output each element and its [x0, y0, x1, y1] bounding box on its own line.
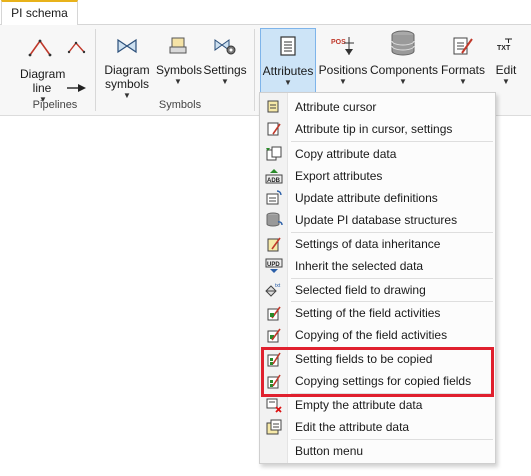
menu-item-export-attributes[interactable]: ADB Export attributes [261, 165, 494, 187]
group-separator [95, 29, 96, 111]
menu-item-label: Update attribute definitions [295, 191, 438, 205]
menu-item-label: Button menu [295, 444, 364, 458]
field-activities-copy-icon [267, 328, 281, 343]
svg-text:txt: txt [275, 283, 281, 289]
menu-item-label: Settings of data inheritance [295, 237, 441, 251]
chevron-down-icon: ▼ [502, 77, 510, 86]
highlight-annotation [261, 347, 494, 397]
svg-text:UPD: UPD [267, 262, 280, 268]
field-activities-setting-icon [267, 306, 281, 321]
menu-item-inheritance-settings[interactable]: Settings of data inheritance [261, 233, 494, 255]
attributes-icon [280, 36, 296, 56]
components-label: Components [370, 63, 439, 77]
svg-text:POS: POS [331, 39, 346, 46]
text-edit-icon: TXT [497, 38, 512, 52]
chevron-down-icon: ▼ [399, 77, 407, 86]
database-update-icon [266, 212, 283, 227]
attributes-label: Attributes [262, 64, 314, 78]
menu-item-label: Setting of the field activities [295, 306, 441, 320]
formats-label: Formats [440, 63, 485, 77]
group-label-pipelines: Pipelines [32, 99, 78, 111]
symbols-icon [169, 37, 187, 54]
menu-item-label: Copying of the field activities [295, 328, 448, 342]
diagram-line-icon [28, 39, 52, 57]
symbols-button[interactable]: Symbols ▼ [156, 35, 203, 86]
inherit-icon: UPD [265, 258, 283, 273]
formats-icon [453, 37, 473, 55]
chevron-down-icon: ▼ [459, 77, 467, 86]
menu-item-label: Copy attribute data [295, 147, 397, 161]
menu-item-field-activities-copy[interactable]: Copying of the field activities [261, 324, 494, 346]
menu-item-label: Export attributes [295, 169, 383, 183]
menu-item-label: Selected field to drawing [295, 283, 426, 297]
menu-item-label: Inherit the selected data [295, 259, 424, 273]
field-to-drawing-icon: txt [265, 283, 281, 297]
formats-button[interactable]: Formats ▼ [440, 35, 486, 86]
database-icon [391, 30, 415, 56]
menu-item-attribute-cursor[interactable]: Attribute cursor [261, 96, 494, 118]
chevron-down-icon: ▼ [339, 77, 347, 86]
menu-item-label: Attribute tip in cursor, settings [295, 122, 453, 136]
update-definitions-icon [266, 190, 282, 205]
menu-item-field-activities-setting[interactable]: Setting of the field activities [261, 302, 494, 324]
menu-item-label: Update PI database structures [295, 213, 458, 227]
arrow-line-icon [67, 84, 86, 92]
menu-item-inherit-selected[interactable]: UPD Inherit the selected data [261, 255, 494, 277]
menu-item-button-menu[interactable]: Button menu [261, 440, 494, 462]
gear-icon [214, 39, 236, 55]
chevron-down-icon: ▼ [284, 78, 292, 87]
group-label-symbols: Symbols [158, 99, 202, 111]
menu-item-update-definitions[interactable]: Update attribute definitions [261, 187, 494, 209]
edit-data-icon [266, 419, 282, 435]
diagram-line-label: Diagram line [20, 67, 66, 95]
positions-label: Positions [318, 63, 368, 77]
diagram-line-button[interactable]: Diagram line ▼ [18, 33, 68, 104]
chevron-down-icon: ▼ [221, 77, 229, 86]
menu-item-update-pi-database[interactable]: Update PI database structures [261, 209, 494, 231]
attributes-button[interactable]: Attributes ▼ [260, 28, 316, 94]
copy-data-icon [266, 146, 282, 161]
settings-button[interactable]: Settings ▼ [202, 35, 248, 86]
menu-item-label: Empty the attribute data [295, 398, 423, 412]
empty-data-icon [266, 398, 282, 413]
inheritance-settings-icon [267, 237, 281, 252]
chevron-down-icon: ▼ [174, 77, 182, 86]
export-icon: ADB [265, 169, 283, 184]
tab-pi-schema[interactable]: PI schema [1, 0, 78, 26]
small-line-icon [67, 41, 86, 54]
menu-item-field-to-drawing[interactable]: txt Selected field to drawing [261, 279, 494, 301]
attributes-dropdown-menu: Attribute cursor Attribute tip in cursor… [259, 92, 496, 464]
attribute-tip-icon [267, 122, 281, 136]
svg-text:ADB: ADB [267, 178, 281, 184]
menu-item-label: Attribute cursor [295, 100, 377, 114]
components-button[interactable]: Components ▼ [370, 29, 439, 86]
diagram-symbols-button[interactable]: Diagram symbols ▼ [101, 35, 153, 100]
ribbon-tab-strip: PI schema [0, 0, 531, 26]
svg-text:TXT: TXT [497, 45, 511, 52]
menu-item-label: Edit the attribute data [295, 420, 410, 434]
edit-button[interactable]: TXT Edit ▼ [490, 35, 522, 86]
menu-item-copy-attribute-data[interactable]: Copy attribute data [261, 143, 494, 165]
group-separator [254, 29, 255, 111]
menu-item-empty-attribute-data[interactable]: Empty the attribute data [261, 394, 494, 416]
settings-label: Settings [203, 63, 247, 77]
valve-symbol-icon [117, 38, 137, 54]
edit-label: Edit [495, 63, 517, 77]
positions-button[interactable]: POS Positions ▼ [318, 35, 368, 86]
symbols-label: Symbols [156, 63, 203, 77]
positions-icon: POS [331, 37, 354, 55]
menu-item-edit-attribute-data[interactable]: Edit the attribute data [261, 416, 494, 438]
menu-item-attribute-tip[interactable]: Attribute tip in cursor, settings [261, 118, 494, 140]
attribute-cursor-icon [267, 100, 279, 113]
menu-separator [291, 141, 493, 142]
diagram-symbols-label: Diagram symbols [104, 63, 150, 91]
